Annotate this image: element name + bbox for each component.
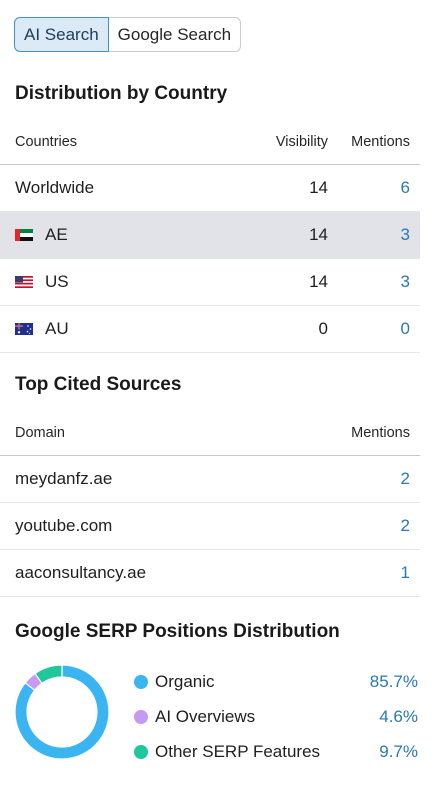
table-row[interactable]: youtube.com 2 [0,503,420,550]
mentions-link[interactable]: 2 [334,516,420,536]
google-search-tab[interactable]: Google Search [108,17,242,52]
countries-column-header: Countries [15,134,78,150]
au-flag-icon [15,323,33,335]
mentions-link[interactable]: 0 [334,319,420,339]
sources-table-header: Domain Mentions [0,411,420,456]
serp-legend: Organic 85.7% AI Overviews 4.6% Other SE… [134,664,422,769]
legend-label: AI Overviews [155,706,256,726]
country-cell: AU [0,319,244,339]
search-type-toggle: AI Search Google Search [14,17,242,52]
organic-dot-icon [134,674,148,689]
mentions-link[interactable]: 3 [334,225,420,245]
country-cell: Worldwide [0,178,244,198]
legend-label: Other SERP Features [155,741,321,761]
us-flag-icon [15,276,33,288]
serp-donut-chart [14,664,110,760]
top-sources-title: Top Cited Sources [15,374,182,395]
legend-item-organic[interactable]: Organic 85.7% [134,664,422,699]
mentions-column-header: Mentions [351,425,410,441]
table-row[interactable]: AU 0 0 [0,306,420,353]
domain-column-header: Domain [15,425,65,441]
country-name: US [45,272,69,291]
distribution-title: Distribution by Country [15,83,228,104]
serp-distribution-title: Google SERP Positions Distribution [15,621,340,642]
ai-search-tab[interactable]: AI Search [14,17,109,52]
mentions-link[interactable]: 2 [334,469,420,489]
legend-value: 85.7% [369,671,418,691]
legend-item-other-serp[interactable]: Other SERP Features 9.7% [134,734,422,769]
legend-label: Organic [155,671,215,691]
country-cell: US [0,272,244,292]
sources-table: Domain Mentions meydanfz.ae 2 youtube.co… [0,411,420,597]
country-name: AU [45,319,69,338]
table-row[interactable]: aaconsultancy.ae 1 [0,550,420,597]
legend-value: 9.7% [379,741,418,761]
table-row[interactable]: US 14 3 [0,259,420,306]
visibility-column-header: Visibility [275,134,328,150]
table-row[interactable]: meydanfz.ae 2 [0,456,420,503]
legend-value: 4.6% [379,706,418,726]
visibility-cell: 14 [309,225,328,244]
mentions-column-header: Mentions [351,134,410,150]
legend-item-ai-overviews[interactable]: AI Overviews 4.6% [134,699,422,734]
country-name: AE [45,225,68,244]
domain-cell: meydanfz.ae [15,469,113,488]
country-table: Countries Visibility Mentions Worldwide … [0,120,420,353]
mentions-link[interactable]: 6 [334,178,420,198]
visibility-cell: 14 [309,272,328,291]
domain-cell: youtube.com [15,516,113,535]
visibility-cell: 0 [318,319,328,338]
country-table-header: Countries Visibility Mentions [0,120,420,165]
other-serp-dot-icon [134,744,148,759]
visibility-cell: 14 [309,178,328,197]
ae-flag-icon [15,229,33,241]
ai-overviews-dot-icon [134,709,148,724]
table-row[interactable]: AE 14 3 [0,212,420,259]
country-name: Worldwide [15,178,95,197]
mentions-link[interactable]: 3 [334,272,420,292]
mentions-link[interactable]: 1 [334,563,420,583]
country-cell: AE [0,225,244,245]
table-row[interactable]: Worldwide 14 6 [0,165,420,212]
domain-cell: aaconsultancy.ae [15,563,147,582]
